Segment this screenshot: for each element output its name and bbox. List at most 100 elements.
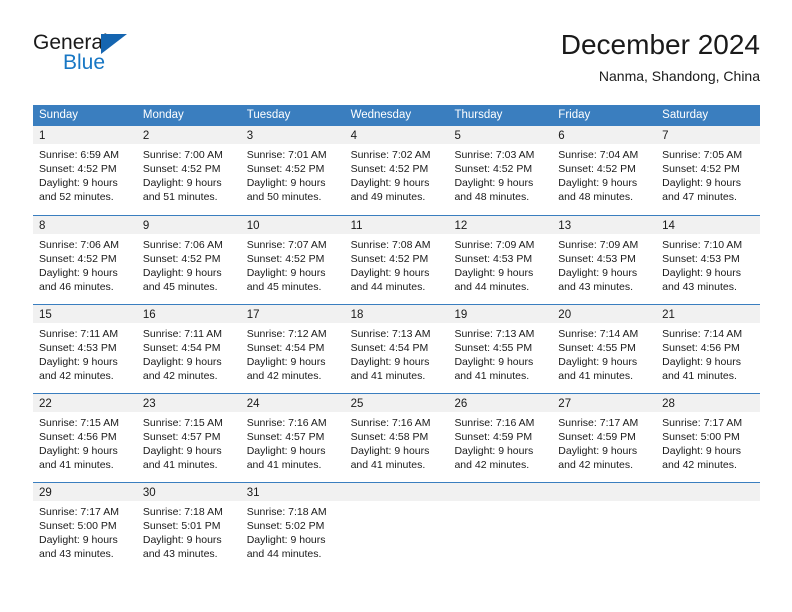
sunset-text: Sunset: 4:57 PM <box>142 431 221 443</box>
day-cell[interactable]: 5 Sunrise: 7:03 AM Sunset: 4:52 PM Daylight… <box>448 126 553 215</box>
day-sun-info: Sunrise: 7:13 AM Sunset: 4:55 PM Daylight:… <box>448 323 552 383</box>
sunset-text: Sunset: 4:52 PM <box>142 163 221 175</box>
day-number-band: 9 <box>136 216 241 234</box>
day-cell[interactable]: 1 Sunrise: 6:59 AM Sunset: 4:52 PM Daylight… <box>33 126 137 215</box>
day-cell[interactable]: 15 Sunrise: 7:11 AM Sunset: 4:53 PM Dayligh… <box>33 305 137 393</box>
weekday-header-monday: Monday <box>142 109 184 121</box>
daylight-text: Daylight: 9 hours and 41 minutes. <box>142 445 222 471</box>
day-cell[interactable]: 27 Sunrise: 7:17 AM Sunset: 4:59 PM Dayligh… <box>552 394 657 482</box>
day-cell[interactable]: 26 Sunrise: 7:16 AM Sunset: 4:59 PM Dayligh… <box>448 394 553 482</box>
daylight-text: Daylight: 9 hours and 42 minutes. <box>142 356 222 382</box>
page-title: December 2024 <box>560 29 760 60</box>
sunset-text: Sunset: 4:55 PM <box>558 342 636 354</box>
day-number: 29 <box>39 487 52 499</box>
day-number-band: 2 <box>136 126 241 144</box>
sunrise-text: Sunrise: 7:13 AM <box>350 328 431 340</box>
day-sun-info: Sunrise: 7:12 AM Sunset: 4:54 PM Daylight:… <box>241 323 345 383</box>
day-sun-info: Sunrise: 7:15 AM Sunset: 4:57 PM Daylight:… <box>137 412 241 472</box>
day-cell[interactable]: 9 Sunrise: 7:06 AM Sunset: 4:52 PM Daylight… <box>136 216 241 304</box>
daylight-text: Daylight: 9 hours and 42 minutes. <box>662 445 741 471</box>
sunrise-text: Sunrise: 7:06 AM <box>142 239 223 251</box>
day-cell[interactable]: 29 Sunrise: 7:17 AM Sunset: 5:00 PM Dayligh… <box>33 483 137 571</box>
sunset-text: Sunset: 4:52 PM <box>350 163 429 175</box>
day-cell[interactable]: 14 Sunrise: 7:10 AM Sunset: 4:53 PM Dayligh… <box>656 216 761 304</box>
day-cell[interactable]: 10 Sunrise: 7:07 AM Sunset: 4:52 PM Dayligh… <box>240 216 345 304</box>
sunset-text: Sunset: 4:55 PM <box>454 342 533 354</box>
day-cell[interactable]: 3 Sunrise: 7:01 AM Sunset: 4:52 PM Daylight… <box>240 126 345 215</box>
weekday-header-friday: Friday <box>558 109 591 121</box>
calendar-week-row: 15 Sunrise: 7:11 AM Sunset: 4:53 PM Dayligh… <box>33 304 761 393</box>
day-cell[interactable]: 31 Sunrise: 7:18 AM Sunset: 5:02 PM Dayligh… <box>240 483 345 571</box>
day-number-band: 1 <box>33 126 137 144</box>
day-number-band: 17 <box>240 305 345 323</box>
weekday-header-sunday: Sunday <box>39 109 79 121</box>
day-cell-empty <box>552 483 657 571</box>
calendar-page: General Blue December 2024 Nanma, Shando… <box>0 0 792 612</box>
daylight-text: Daylight: 9 hours and 52 minutes. <box>39 177 118 203</box>
day-number-band: 10 <box>240 216 345 234</box>
sunrise-text: Sunrise: 7:18 AM <box>142 506 223 518</box>
day-number: 2 <box>142 130 150 142</box>
sunset-text: Sunset: 4:52 PM <box>39 163 117 175</box>
calendar-week-row: 8 Sunrise: 7:06 AM Sunset: 4:52 PM Daylight… <box>33 215 761 304</box>
day-cell[interactable]: 24 Sunrise: 7:16 AM Sunset: 4:57 PM Dayligh… <box>240 394 345 482</box>
day-number-band: 20 <box>552 305 657 323</box>
day-cell[interactable]: 18 Sunrise: 7:13 AM Sunset: 4:54 PM Dayligh… <box>344 305 449 393</box>
day-number-band: 26 <box>448 394 553 412</box>
sunset-text: Sunset: 4:52 PM <box>142 253 221 265</box>
general-blue-logo[interactable]: General Blue <box>33 32 233 88</box>
day-cell[interactable]: 30 Sunrise: 7:18 AM Sunset: 5:01 PM Dayligh… <box>136 483 241 571</box>
day-cell[interactable]: 28 Sunrise: 7:17 AM Sunset: 5:00 PM Dayligh… <box>656 394 761 482</box>
day-number-band: 3 <box>240 126 345 144</box>
sunrise-text: Sunrise: 7:08 AM <box>350 239 431 251</box>
day-cell[interactable]: 25 Sunrise: 7:16 AM Sunset: 4:58 PM Dayligh… <box>344 394 449 482</box>
day-number-band: 6 <box>552 126 657 144</box>
logo-text-blue: Blue <box>63 51 106 74</box>
sunset-text: Sunset: 5:02 PM <box>246 520 325 532</box>
day-cell[interactable]: 2 Sunrise: 7:00 AM Sunset: 4:52 PM Daylight… <box>136 126 241 215</box>
day-cell[interactable]: 6 Sunrise: 7:04 AM Sunset: 4:52 PM Daylight… <box>552 126 657 215</box>
day-cell[interactable]: 7 Sunrise: 7:05 AM Sunset: 4:52 PM Daylight… <box>656 126 761 215</box>
sunset-text: Sunset: 4:52 PM <box>662 163 740 175</box>
day-cell[interactable]: 17 Sunrise: 7:12 AM Sunset: 4:54 PM Dayligh… <box>240 305 345 393</box>
sunrise-text: Sunrise: 7:10 AM <box>662 239 743 251</box>
sunrise-text: Sunrise: 7:16 AM <box>246 417 327 429</box>
day-cell[interactable]: 19 Sunrise: 7:13 AM Sunset: 4:55 PM Dayligh… <box>448 305 553 393</box>
sunrise-text: Sunrise: 7:00 AM <box>142 149 223 161</box>
calendar-grid: Sunday Monday Tuesday Wednesday Thursday… <box>33 105 761 571</box>
day-cell[interactable]: 4 Sunrise: 7:02 AM Sunset: 4:52 PM Daylight… <box>344 126 449 215</box>
day-cell[interactable]: 13 Sunrise: 7:09 AM Sunset: 4:53 PM Dayligh… <box>552 216 657 304</box>
daylight-text: Daylight: 9 hours and 44 minutes. <box>350 267 430 293</box>
daylight-text: Daylight: 9 hours and 41 minutes. <box>350 356 430 382</box>
sunset-text: Sunset: 4:56 PM <box>39 431 117 443</box>
day-number: 31 <box>246 487 260 499</box>
sunrise-text: Sunrise: 7:05 AM <box>662 149 743 161</box>
day-number-band <box>552 483 657 501</box>
sunrise-text: Sunrise: 7:04 AM <box>558 149 639 161</box>
day-cell[interactable]: 23 Sunrise: 7:15 AM Sunset: 4:57 PM Dayligh… <box>136 394 241 482</box>
day-sun-info <box>448 501 552 505</box>
sunrise-text: Sunrise: 7:17 AM <box>662 417 743 429</box>
day-cell[interactable]: 12 Sunrise: 7:09 AM Sunset: 4:53 PM Dayligh… <box>448 216 553 304</box>
sunrise-text: Sunrise: 7:18 AM <box>246 506 327 518</box>
day-cell[interactable]: 22 Sunrise: 7:15 AM Sunset: 4:56 PM Dayligh… <box>33 394 137 482</box>
daylight-text: Daylight: 9 hours and 42 minutes. <box>558 445 638 471</box>
day-number: 30 <box>142 487 156 499</box>
sunrise-text: Sunrise: 7:01 AM <box>246 149 327 161</box>
day-number-band: 18 <box>344 305 449 323</box>
sunrise-text: Sunrise: 7:14 AM <box>558 328 639 340</box>
day-number: 3 <box>246 130 254 142</box>
day-number-band: 28 <box>656 394 761 412</box>
day-cell[interactable]: 11 Sunrise: 7:08 AM Sunset: 4:52 PM Dayligh… <box>344 216 449 304</box>
day-sun-info: Sunrise: 7:15 AM Sunset: 4:56 PM Daylight:… <box>33 412 137 472</box>
day-sun-info: Sunrise: 7:00 AM Sunset: 4:52 PM Daylight:… <box>137 144 241 204</box>
day-cell[interactable]: 8 Sunrise: 7:06 AM Sunset: 4:52 PM Daylight… <box>33 216 137 304</box>
weekday-header-thursday: Thursday <box>454 109 503 121</box>
day-cell[interactable]: 16 Sunrise: 7:11 AM Sunset: 4:54 PM Dayligh… <box>136 305 241 393</box>
day-cell[interactable]: 21 Sunrise: 7:14 AM Sunset: 4:56 PM Dayligh… <box>656 305 761 393</box>
day-number-band: 12 <box>448 216 553 234</box>
sunrise-text: Sunrise: 7:11 AM <box>39 328 119 340</box>
day-cell[interactable]: 20 Sunrise: 7:14 AM Sunset: 4:55 PM Dayligh… <box>552 305 657 393</box>
sunrise-text: Sunrise: 7:15 AM <box>142 417 223 429</box>
day-number-band <box>448 483 553 501</box>
